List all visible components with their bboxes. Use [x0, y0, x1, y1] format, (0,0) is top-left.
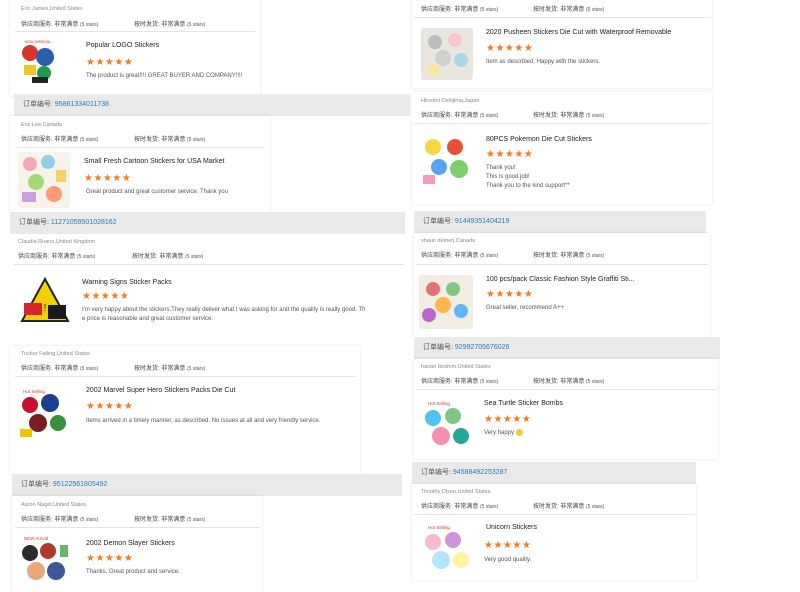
hot-selling-badge: Hot Selling — [428, 401, 450, 406]
product-thumbnail[interactable]: Hot Selling — [419, 398, 473, 452]
review-text: Item as described. Happy with the sticke… — [486, 59, 601, 65]
shipping-rating: 按时发货: 非常满意 (5 stars) — [134, 517, 206, 523]
star-rating: ★★★★★ — [82, 291, 130, 302]
supplier-rating: 供应商服务: 非常满意 (5 stars) — [21, 137, 99, 143]
product-thumbnail[interactable]: Hot Selling — [16, 385, 70, 441]
shipping-rating: 按时发货: 非常满意 (5 stars) — [533, 113, 605, 119]
product-title[interactable]: Unicorn Stickers — [486, 524, 537, 531]
star-rating: ★★★★★ — [84, 173, 132, 184]
supplier-rating: 供应商服务: 非常满意 (5 stars) — [21, 22, 99, 28]
shipping-rating: 按时发货: 非常满意 (5 stars) — [134, 22, 206, 28]
product-thumbnail[interactable] — [18, 152, 70, 208]
svg-text:!: ! — [44, 303, 47, 314]
divider — [15, 31, 255, 32]
star-rating: ★★★★★ — [486, 289, 534, 300]
product-title[interactable]: Sea Turtle Sticker Bombs — [484, 400, 563, 407]
supplier-rating: 供应商服务: 非常满意 (5 stars) — [421, 253, 499, 259]
product-title[interactable]: 2020 Pusheen Stickers Die Cut with Water… — [486, 29, 671, 36]
reviewer-name: Timothy Dixon,United States — [421, 489, 491, 495]
product-thumbnail[interactable]: ! — [18, 275, 72, 329]
divider — [416, 389, 716, 390]
review-text: Great seller, recommend A++ — [486, 305, 565, 311]
product-thumbnail[interactable]: NEW ARRIVAL — [18, 35, 58, 87]
order-header: 订单编号: 11271059501028162 — [10, 212, 405, 234]
order-header: 订单编号: 92992705676026 — [414, 337, 720, 359]
shipping-rating: 按时发货: 非常满意 (5 stars) — [533, 7, 605, 13]
divider — [414, 17, 710, 18]
star-rating: ★★★★★ — [86, 553, 134, 564]
reviewer-name: Eric James,United States — [21, 6, 83, 12]
order-number-link[interactable]: 94588492253287 — [453, 469, 508, 476]
product-thumbnail[interactable] — [419, 133, 475, 187]
reviewer-name: hanan Ibrahim,United States — [421, 364, 491, 370]
review-text: Items arrived in a timely manner, as des… — [86, 418, 321, 424]
order-number-link[interactable]: 95122561805492 — [53, 481, 108, 488]
order-header: 订单编号: 95861334011738 — [14, 94, 410, 116]
review-text: I'm very happy about the stickers.They r… — [82, 307, 366, 322]
supplier-rating: 供应商服务: 非常满意 (5 stars) — [421, 7, 499, 13]
supplier-rating: 供应商服务: 非常满意 (5 stars) — [421, 504, 499, 510]
product-thumbnail[interactable]: NEW Arrival — [16, 533, 72, 589]
divider — [15, 376, 355, 377]
supplier-rating: 供应商服务: 非常满意 (5 stars) — [421, 113, 499, 119]
review-text: Thank you! This is good job! Thank you t… — [486, 165, 570, 189]
product-title[interactable]: Popular LOGO Stickers — [86, 42, 159, 49]
star-rating: ★★★★★ — [486, 149, 534, 160]
product-title[interactable]: 2002 Demon Slayer Stickers — [86, 540, 175, 547]
order-number-link[interactable]: 11271059501028162 — [51, 219, 117, 226]
star-rating: ★★★★★ — [86, 401, 134, 412]
star-rating: ★★★★★ — [86, 57, 134, 68]
product-thumbnail[interactable] — [419, 275, 473, 329]
review-text: Very good quality. — [484, 557, 532, 563]
product-title[interactable]: Small Fresh Cartoon Stickers for USA Mar… — [84, 158, 224, 165]
new-arrival-badge: NEW ARRIVAL — [24, 39, 52, 44]
divider — [414, 514, 694, 515]
reviewer-name: Hiroomi Oshijima,Japan — [421, 98, 480, 104]
divider — [15, 147, 265, 148]
reviewer-name: Tucker Failing,United States — [21, 351, 90, 357]
order-number-link[interactable]: 92992705676026 — [455, 344, 510, 351]
shipping-rating: 按时发货: 非常满意 (5 stars) — [134, 366, 206, 372]
order-header: 订单编号: 94588492253287 — [412, 462, 696, 484]
order-number-link[interactable]: 95861334011738 — [55, 101, 109, 108]
review-text: The product is great!!!! GREAT BUYER AND… — [86, 73, 243, 79]
order-header: 订单编号: 95122561805492 — [12, 474, 402, 496]
review-text: Thanks. Great product and service. — [86, 569, 180, 575]
review-text: Great product and great customer service… — [86, 189, 228, 195]
supplier-rating: 供应商服务: 非常满意 (5 stars) — [421, 379, 499, 385]
shipping-rating: 按时发货: 非常满意 (5 stars) — [533, 379, 605, 385]
hot-selling-badge: Hot Selling — [23, 389, 45, 394]
product-title[interactable]: Warning Signs Sticker Packs — [82, 279, 172, 286]
review-text: Very happy — [484, 429, 523, 438]
supplier-rating: 供应商服务: 非常满意 (5 stars) — [18, 254, 96, 260]
star-rating: ★★★★★ — [484, 414, 532, 425]
reviewer-name: Aaron Nagel,United States — [21, 502, 87, 508]
star-rating: ★★★★★ — [484, 540, 532, 551]
star-rating: ★★★★★ — [486, 43, 534, 54]
shipping-rating: 按时发货: 非常满意 (5 stars) — [134, 137, 206, 143]
divider — [416, 264, 708, 265]
reviewer-name: shaun demerj,Canada — [421, 238, 476, 244]
reviewer-name: Claudia Ruano,United Kingdom — [18, 239, 96, 245]
order-header: 订单编号: 91449351404219 — [414, 211, 706, 233]
new-arrival-badge: NEW Arrival — [24, 536, 48, 541]
supplier-rating: 供应商服务: 非常满意 (5 stars) — [21, 366, 99, 372]
smile-emoji-icon — [515, 429, 523, 436]
product-thumbnail[interactable]: Hot Selling — [419, 522, 475, 576]
supplier-rating: 供应商服务: 非常满意 (5 stars) — [21, 517, 99, 523]
product-title[interactable]: 2002 Marvel Super Hero Stickers Packs Di… — [86, 387, 235, 394]
hot-selling-badge: Hot Selling — [428, 525, 450, 530]
divider — [414, 123, 710, 124]
product-title[interactable]: 80PCS Pokemon Die Cut Stickers — [486, 136, 592, 143]
shipping-rating: 按时发货: 非常满意 (5 stars) — [132, 254, 204, 260]
shipping-rating: 按时发货: 非常满意 (5 stars) — [533, 253, 605, 259]
product-title[interactable]: 100 pcs/pack Classic Fashion Style Graff… — [486, 276, 635, 283]
order-number-link[interactable]: 91449351404219 — [455, 218, 510, 225]
divider — [14, 264, 404, 265]
shipping-rating: 按时发货: 非常满意 (5 stars) — [533, 504, 605, 510]
reviewer-name: Eric Lee,Canada — [21, 122, 62, 128]
divider — [15, 527, 260, 528]
product-thumbnail[interactable] — [421, 28, 473, 80]
